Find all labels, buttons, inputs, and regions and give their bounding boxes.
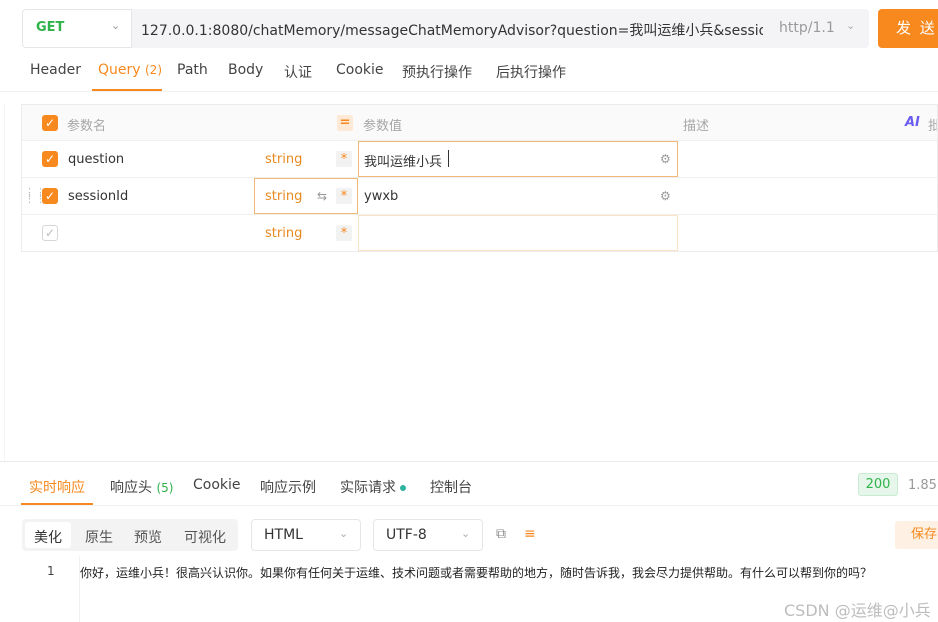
view-mode-preview[interactable]: 预览 [134,527,162,547]
tab-cookie[interactable]: Cookie [336,62,384,78]
param-name-input[interactable]: question [68,152,124,167]
response-body-text: 你好，运维小兵！很高兴认识你。如果你有任何关于运维、技术问题或者需要帮助的地方，… [80,566,873,580]
divider [22,177,938,178]
method-label: GET [36,20,65,35]
wrap-lines-icon[interactable]: ≡ [524,526,536,542]
tab-response-example[interactable]: 响应示例 [260,477,316,497]
tab-response-headers-label: 响应头 [110,480,152,496]
tab-query-label: Query [98,62,141,78]
row-checkbox[interactable]: ✓ [42,225,58,241]
param-type-select[interactable]: string [265,226,302,241]
tab-actual-request[interactable]: 实际请求 [340,477,406,497]
view-mode-pretty[interactable]: 美化 [34,527,62,547]
required-toggle[interactable]: * [336,225,352,241]
required-toggle[interactable]: * [336,151,352,167]
tab-path[interactable]: Path [177,62,208,78]
tab-response-cookie[interactable]: Cookie [193,477,241,493]
tab-console[interactable]: 控制台 [430,477,472,497]
send-button[interactable]: 发 送 [878,9,938,48]
params-table-header [22,105,938,140]
param-value-input[interactable]: ywxb [364,189,398,204]
chevron-down-icon: ⌄ [111,19,121,32]
text-cursor [448,150,449,167]
line-number: 1 [47,564,55,578]
encoding-select-value: UTF-8 [386,527,427,543]
variable-icon[interactable]: ⚙ [660,189,671,203]
tab-actual-request-label: 实际请求 [340,480,396,496]
param-type-select[interactable]: string [265,152,302,167]
view-mode-raw[interactable]: 原生 [85,527,113,547]
format-select-value: HTML [264,527,303,543]
param-value-text: 我叫运维小兵 [364,155,443,170]
swap-icon[interactable]: ⇆ [317,189,327,203]
watermark: CSDN @运维@小兵 [784,601,931,620]
column-header-desc: 描述 [683,119,710,134]
copy-icon[interactable]: ⧉ [496,526,506,542]
tab-response-headers-count: (5) [156,481,174,495]
status-dot-icon [400,485,406,491]
tab-query[interactable]: Query (2) [98,62,162,78]
tab-header[interactable]: Header [30,62,81,78]
required-toggle[interactable]: * [336,188,352,204]
param-type-label: string [265,189,303,204]
row-checkbox[interactable]: ✓ [42,188,58,204]
divider [0,91,938,92]
tab-pre-script[interactable]: 预执行操作 [402,62,472,82]
tab-query-count: (2) [145,63,162,77]
bulk-edit-icon[interactable]: = [337,115,353,131]
divider [0,461,938,462]
status-badge: 200 [858,473,898,496]
chevron-down-icon: ⌄ [339,527,349,540]
chevron-down-icon: ⌄ [461,527,471,540]
divider [4,104,5,462]
url-input[interactable]: 127.0.0.1:8080/chatMemory/messageChatMem… [141,20,763,40]
tab-post-script[interactable]: 后执行操作 [496,62,566,82]
response-timing: 1.85 [908,478,937,493]
select-all-checkbox[interactable]: ✓ [42,115,58,131]
chevron-down-icon: ⌄ [846,19,856,32]
row-checkbox[interactable]: ✓ [42,151,58,167]
column-header-value: 参数值 [363,119,403,134]
variable-icon[interactable]: ⚙ [660,152,671,166]
tab-response-headers[interactable]: 响应头 (5) [110,477,173,497]
save-button[interactable]: 保存 [895,521,938,549]
divider [0,505,938,506]
param-name-input[interactable]: sessionId [68,189,128,204]
http-version-select[interactable]: http/1.1 [779,20,835,36]
column-header-name: 参数名 [67,119,107,134]
tab-realtime-response[interactable]: 实时响应 [29,477,85,497]
ai-icon[interactable]: AI [905,115,920,130]
view-mode-visual[interactable]: 可视化 [184,527,226,547]
param-value-input[interactable] [358,215,678,251]
tab-body[interactable]: Body [228,62,263,78]
tab-auth[interactable]: 认证 [284,62,312,82]
